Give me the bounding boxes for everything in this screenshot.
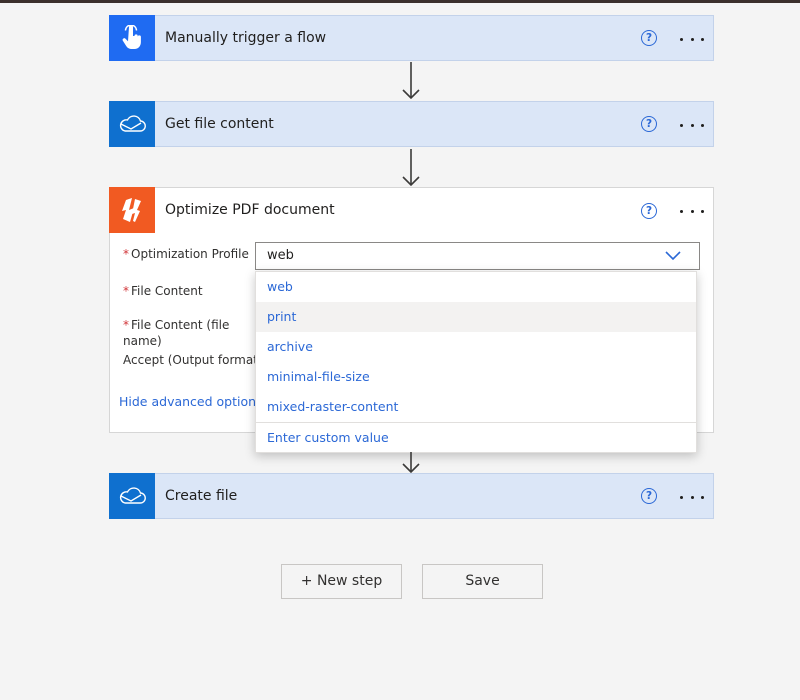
nitro-pdf-icon <box>109 187 155 233</box>
step-title: Create file <box>165 488 238 504</box>
dropdown-option-print[interactable]: print <box>256 302 696 332</box>
more-options-icon[interactable] <box>680 492 704 502</box>
file-content-label: * File Content <box>123 283 203 299</box>
label-text: Accept (Output format) <box>123 353 263 367</box>
step-create-file[interactable]: Create file ? <box>109 473 714 519</box>
label-text: File Content <box>131 284 203 298</box>
chevron-down-icon[interactable] <box>665 251 681 261</box>
arrow-down-icon <box>402 149 420 187</box>
optimization-profile-select[interactable]: web <box>255 242 700 270</box>
dropdown-option-mixed-raster-content[interactable]: mixed-raster-content <box>256 392 696 422</box>
more-options-icon[interactable] <box>680 120 704 130</box>
onedrive-cloud-icon <box>109 101 155 147</box>
help-icon[interactable]: ? <box>641 488 657 504</box>
step-get-file-content[interactable]: Get file content ? <box>109 101 714 147</box>
step-manually-trigger[interactable]: Manually trigger a flow ? <box>109 15 714 61</box>
hand-tap-icon <box>109 15 155 61</box>
save-button[interactable]: Save <box>422 564 543 599</box>
help-icon[interactable]: ? <box>641 30 657 46</box>
label-text: File Content (file name) <box>123 318 230 348</box>
dropdown-option-minimal-file-size[interactable]: minimal-file-size <box>256 362 696 392</box>
new-step-button[interactable]: + New step <box>281 564 402 599</box>
dropdown-option-custom-value[interactable]: Enter custom value <box>256 423 696 453</box>
arrow-down-icon <box>402 62 420 100</box>
window-top-bar <box>0 0 800 3</box>
optimization-profile-label: * Optimization Profile <box>123 246 249 262</box>
dropdown-option-archive[interactable]: archive <box>256 332 696 362</box>
required-marker: * <box>123 318 129 332</box>
arrow-down-icon <box>402 452 420 474</box>
help-icon[interactable]: ? <box>641 116 657 132</box>
accept-format-label: Accept (Output format) <box>123 352 263 368</box>
file-name-label: * File Content (file name) <box>123 317 241 349</box>
required-marker: * <box>123 284 129 298</box>
profile-dropdown-list: web print archive minimal-file-size mixe… <box>255 271 697 453</box>
more-options-icon[interactable] <box>680 34 704 44</box>
step-title: Manually trigger a flow <box>165 30 327 46</box>
onedrive-cloud-icon <box>109 473 155 519</box>
dropdown-option-web[interactable]: web <box>256 272 696 302</box>
hide-advanced-options-link[interactable]: Hide advanced options <box>119 394 263 409</box>
step-title: Optimize PDF document <box>165 202 335 218</box>
selected-value: web <box>267 248 294 263</box>
step-title: Get file content <box>165 116 274 132</box>
label-text: Optimization Profile <box>131 247 249 261</box>
required-marker: * <box>123 247 129 261</box>
more-options-icon[interactable] <box>680 206 704 216</box>
help-icon[interactable]: ? <box>641 203 657 219</box>
